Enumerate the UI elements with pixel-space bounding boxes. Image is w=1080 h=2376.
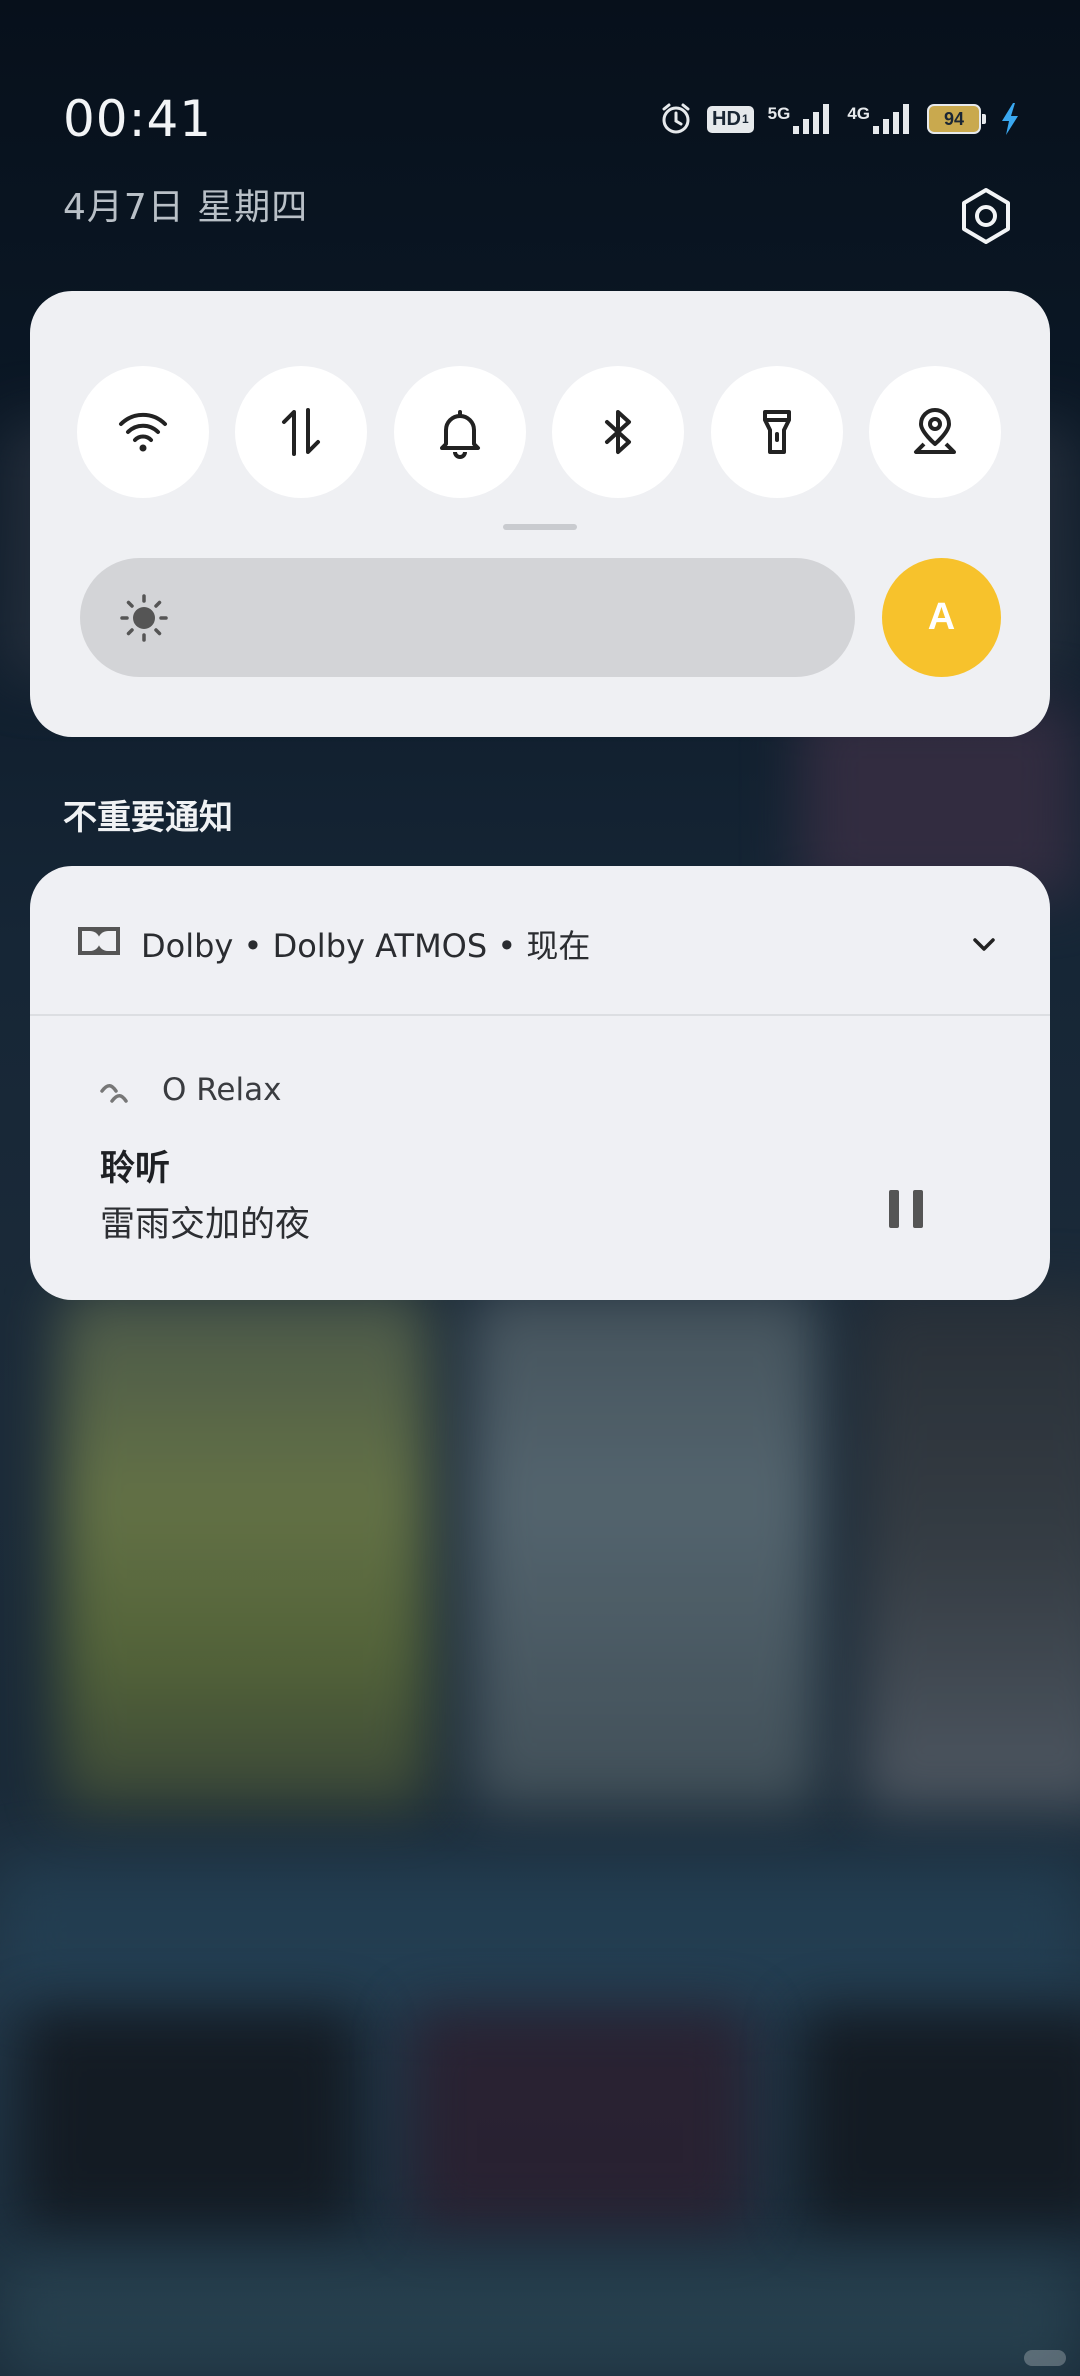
alarm-icon xyxy=(659,102,693,136)
dolby-logo-icon xyxy=(78,927,120,955)
section-title: 不重要通知 xyxy=(63,798,233,838)
media-app-name: O Relax xyxy=(162,1072,282,1108)
location-icon xyxy=(913,408,956,454)
quick-settings-panel: A xyxy=(30,291,1050,737)
dolby-notification-header[interactable]: Dolby • Dolby ATMOS • 现在 xyxy=(30,866,1050,1014)
location-toggle[interactable] xyxy=(868,366,1001,498)
bell-icon xyxy=(439,410,480,459)
status-time: 00:41 xyxy=(63,90,213,148)
media-subtitle: 雷雨交加的夜 xyxy=(100,1205,311,1245)
signal-4g-icon: 4G xyxy=(847,104,913,134)
settings-button[interactable] xyxy=(954,184,1018,248)
bluetooth-toggle[interactable] xyxy=(552,366,685,498)
relax-app-icon xyxy=(100,1084,128,1103)
sound-toggle[interactable] xyxy=(393,366,526,498)
wifi-icon xyxy=(119,412,167,452)
divider xyxy=(30,1014,1050,1016)
flashlight-toggle[interactable] xyxy=(710,366,843,498)
quick-toggles xyxy=(77,366,1001,498)
watermark xyxy=(1024,2350,1066,2366)
auto-brightness-button[interactable]: A xyxy=(882,558,1001,677)
panel-drag-handle[interactable] xyxy=(503,524,577,530)
bluetooth-icon xyxy=(605,410,632,454)
status-date: 4月7日 星期四 xyxy=(63,187,309,228)
gear-icon xyxy=(962,188,1010,244)
hd-voice-icon: HD 1 xyxy=(707,105,754,133)
wifi-toggle[interactable] xyxy=(77,366,209,498)
battery-icon: 94 xyxy=(927,104,986,134)
notification-card[interactable]: Dolby • Dolby ATMOS • 现在 O Relax 聆听 雷雨交加… xyxy=(30,866,1050,1300)
brightness-slider[interactable] xyxy=(80,558,855,677)
brightness-icon xyxy=(120,594,168,642)
mobile-data-icon xyxy=(282,408,321,456)
signal-5g-icon: 5G xyxy=(768,104,834,134)
chevron-down-icon[interactable] xyxy=(970,930,998,958)
pause-button[interactable] xyxy=(885,1186,929,1232)
notification-header-text: Dolby • Dolby ATMOS • 现在 xyxy=(141,927,591,965)
flashlight-icon xyxy=(762,410,791,454)
status-icons: HD 1 5G 4G 94 xyxy=(659,102,1020,136)
charging-icon xyxy=(1000,102,1020,136)
media-title: 聆听 xyxy=(100,1149,171,1189)
mobile-data-toggle[interactable] xyxy=(235,366,368,498)
